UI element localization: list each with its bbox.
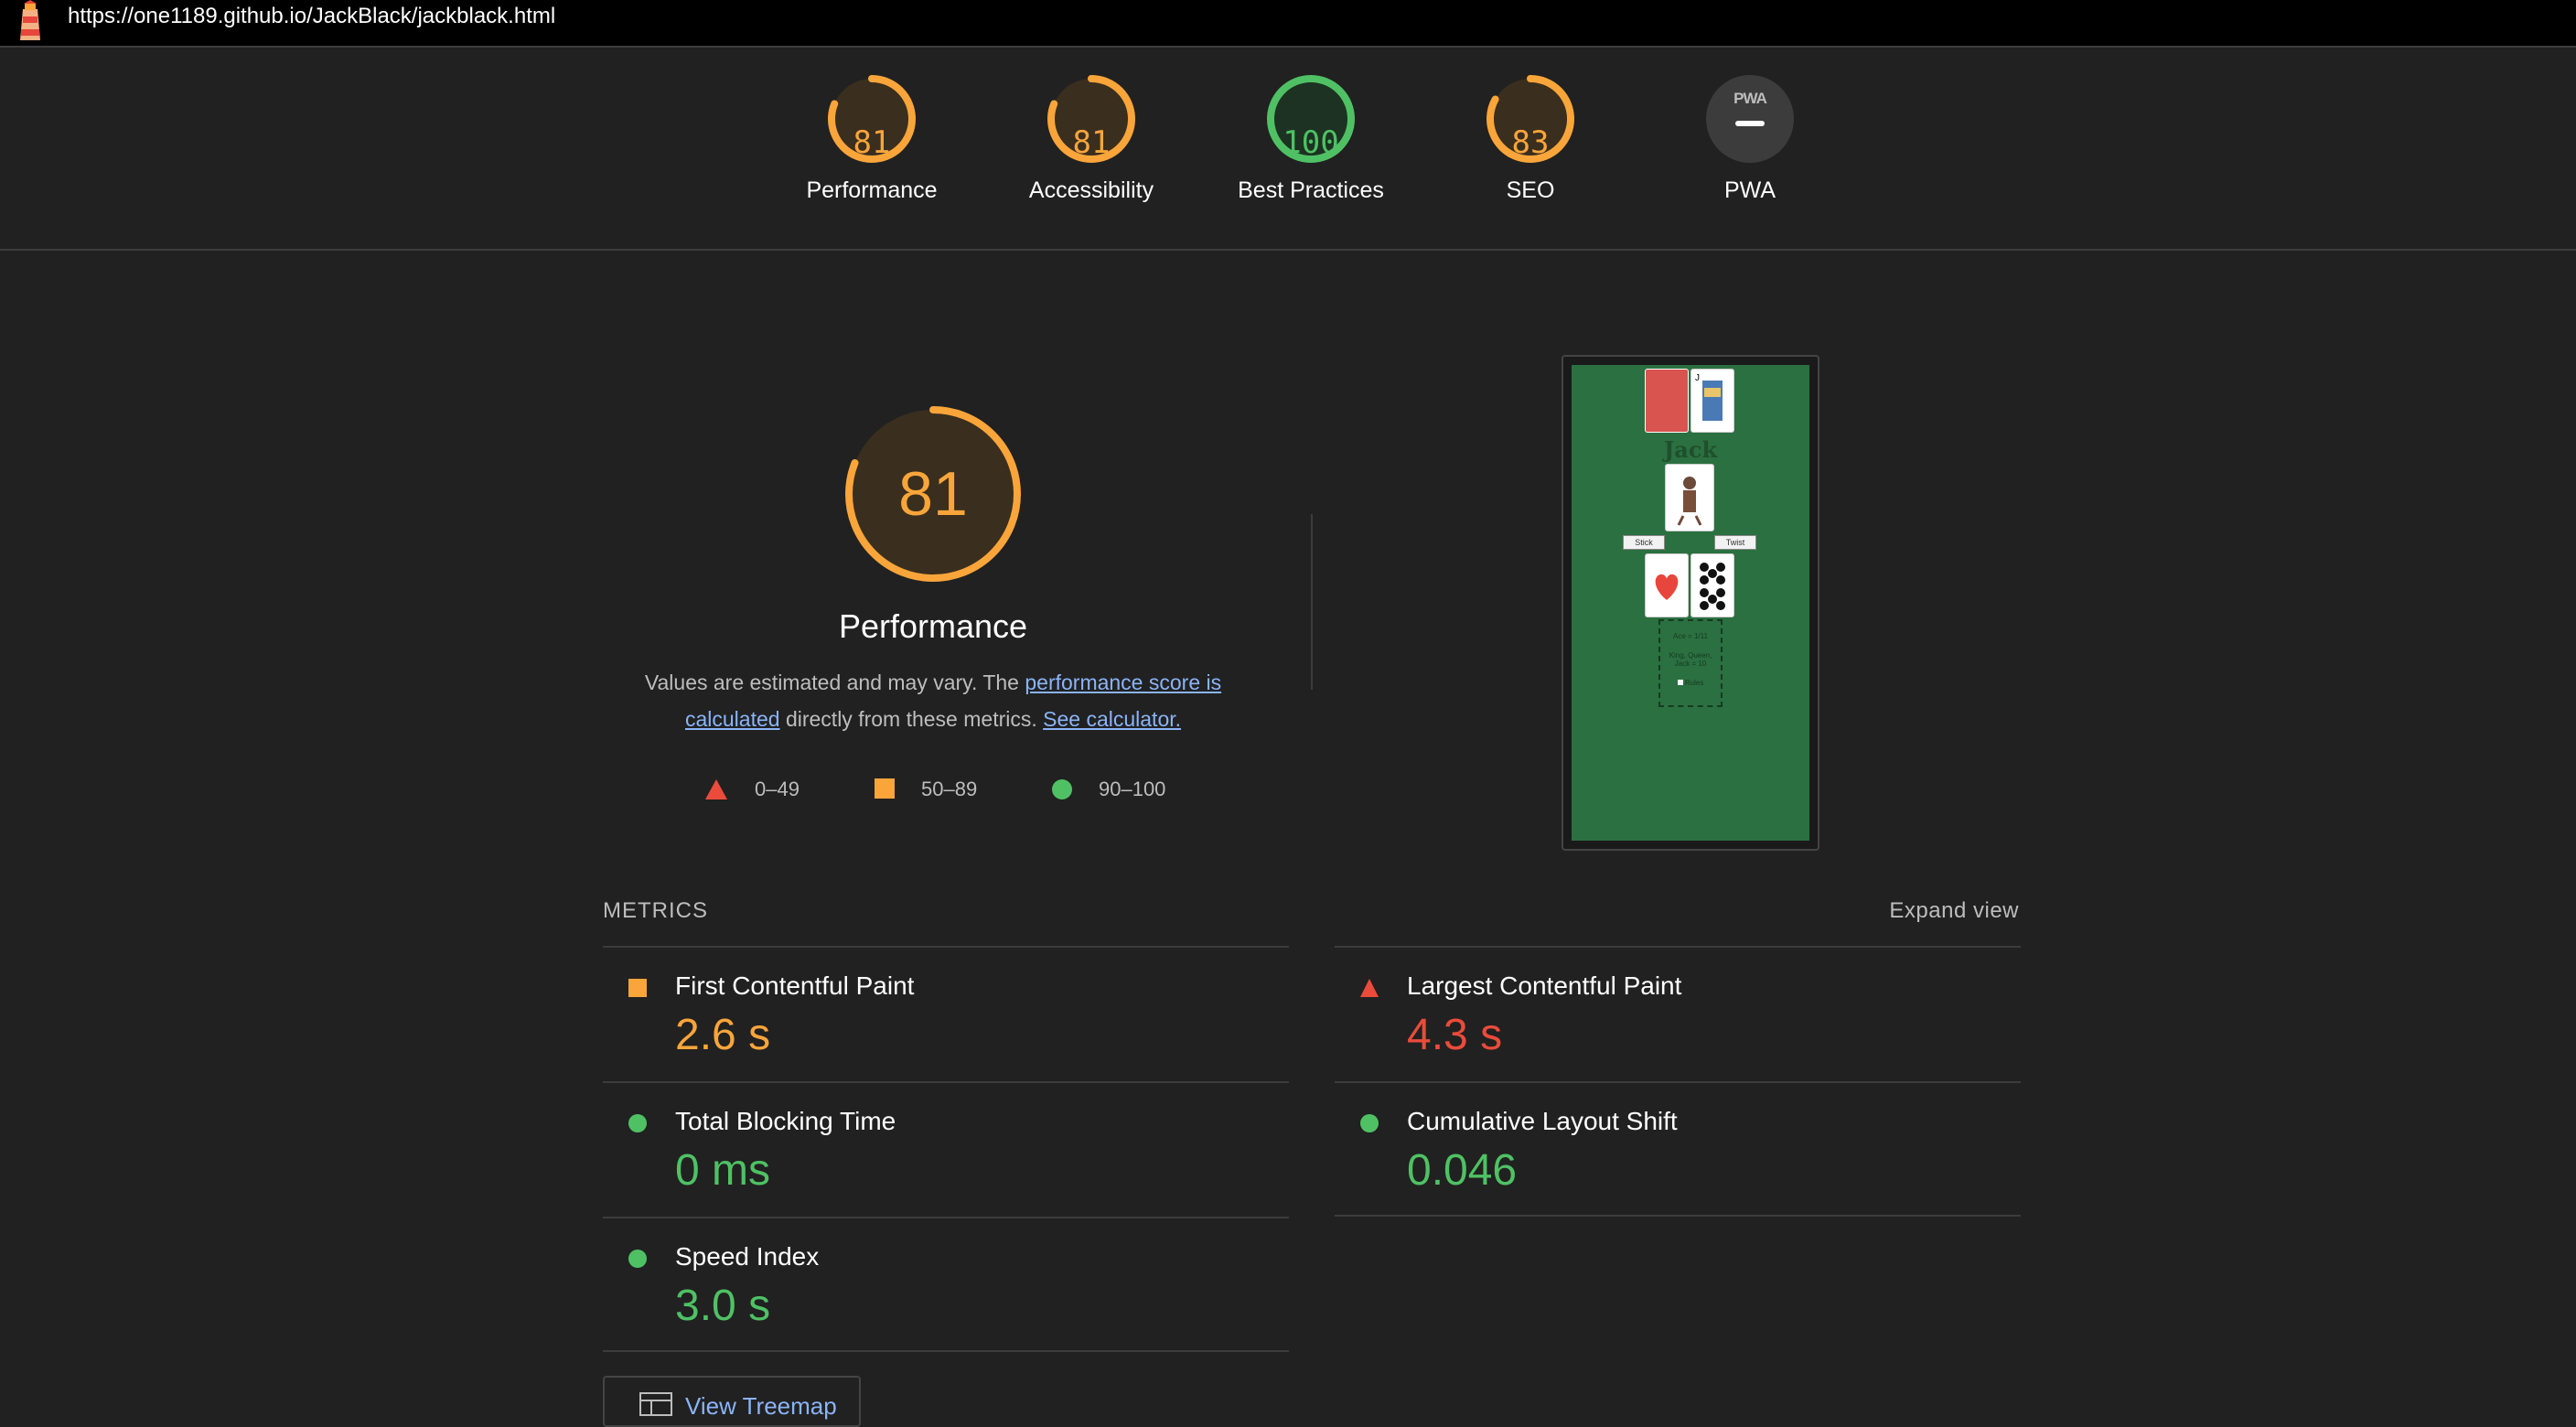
description-text: Values are estimated and may vary. The [644,671,1025,694]
rules-checkbox[interactable]: Rules [1660,679,1721,687]
metric-value: 4.3 s [1407,1011,1503,1059]
gauge-score: 81 [1072,124,1111,161]
gauge-best-practices[interactable]: 100 Best Practices [1210,73,1411,238]
screenshot-page: J Jack Stick Twist Ace = 1/11 King, Quee… [1572,365,1809,841]
divider [1335,1215,2021,1217]
square-icon [628,979,647,997]
gauge-performance[interactable]: 81 Performance [771,73,972,238]
gauge-score: 100 [1283,124,1339,161]
rules-line: Jack = 10 [1674,660,1707,668]
view-treemap-label: View Treemap [685,1392,837,1420]
gauge-pwa[interactable]: PWA PWA [1649,73,1851,238]
metric-speed-index: Speed Index 3.0 s [603,1218,1289,1352]
gauge-score: 83 [1511,124,1550,161]
rules-line: Ace = 1/11 [1673,632,1708,640]
score-gauges: 81 Performance 81 Accessibility 100 Best… [0,48,2576,251]
triangle-icon [1360,979,1379,997]
card-two-of-hearts-icon [1645,553,1689,617]
checkbox-label: Rules [1684,679,1704,687]
metric-value: 3.0 s [675,1282,771,1330]
twist-button[interactable]: Twist [1714,535,1756,550]
svg-text:J: J [1695,373,1700,383]
heart-icon [1655,574,1679,600]
joker-figure-icon [1677,477,1702,526]
url-text[interactable]: https://one1189.github.io/JackBlack/jack… [68,4,555,29]
rules-box: Ace = 1/11 King, Queen, Jack = 10 Rules [1658,619,1723,707]
description-text: directly from these metrics. [779,707,1044,731]
legend-range: 90–100 [1099,778,1166,800]
legend-range: 50–89 [921,778,978,800]
metric-total-blocking-time: Total Blocking Time 0 ms [603,1083,1289,1217]
jack-figure-icon: J [1695,373,1723,421]
lighthouse-icon [20,0,40,40]
divider [1311,514,1313,690]
gauge-label: PWA [1723,177,1776,203]
stick-button[interactable]: Stick [1623,535,1665,550]
treemap-icon [639,1392,672,1416]
see-calculator-link[interactable]: See calculator. [1043,707,1181,731]
card-jack-of-spades-icon: J [1690,369,1734,433]
pwa-badge-text: PWA [1733,90,1767,107]
metric-name: Speed Index [675,1242,820,1271]
gauge-score: 81 [853,124,891,161]
metric-largest-contentful-paint: Largest Contentful Paint 4.3 s [1335,948,2021,1081]
performance-gauge: 81 [842,402,1025,585]
checkbox-icon[interactable] [1677,680,1683,685]
card-joker-icon [1665,464,1714,531]
gauge-seo[interactable]: 83 SEO [1430,73,1631,238]
metric-name: Cumulative Layout Shift [1407,1107,1678,1135]
spades-icon [1700,563,1725,610]
performance-score: 81 [898,459,968,529]
card-back-icon [1645,369,1689,433]
circle-icon [628,1114,647,1132]
metric-first-contentful-paint: First Contentful Paint 2.6 s [603,948,1289,1081]
triangle-icon [705,779,727,799]
circle-icon [628,1250,647,1268]
metric-cumulative-layout-shift: Cumulative Layout Shift 0.046 [1335,1083,2021,1217]
metrics-title: METRICS [603,898,708,923]
rules-line: King, Queen, [1669,651,1712,660]
metric-name: First Contentful Paint [675,971,915,1000]
gauge-accessibility[interactable]: 81 Accessibility [991,73,1192,238]
performance-description: Values are estimated and may vary. The p… [622,664,1244,737]
metric-name: Largest Contentful Paint [1407,971,1682,1000]
circle-icon [1052,779,1072,799]
legend-range: 0–49 [755,778,800,800]
metric-name: Total Blocking Time [675,1107,896,1135]
metric-value: 0.046 [1407,1146,1518,1195]
card-ten-of-spades-icon [1690,553,1734,617]
square-icon [875,778,895,799]
dash-icon [1735,121,1765,126]
address-bar: https://one1189.github.io/JackBlack/jack… [0,0,2576,48]
pwa-badge-icon: PWA [1706,75,1794,163]
circle-icon [1360,1114,1379,1132]
expand-view-toggle[interactable]: Expand view [1889,898,2019,924]
metric-value: 2.6 s [675,1011,771,1059]
game-title: Jack [1663,436,1718,463]
metrics-header: METRICS Expand view [603,898,2021,924]
performance-title: Performance [838,607,1028,645]
metric-value: 0 ms [675,1146,771,1195]
final-screenshot[interactable]: J Jack Stick Twist Ace = 1/11 King, Quee… [1562,355,1819,851]
divider [603,1350,1289,1352]
